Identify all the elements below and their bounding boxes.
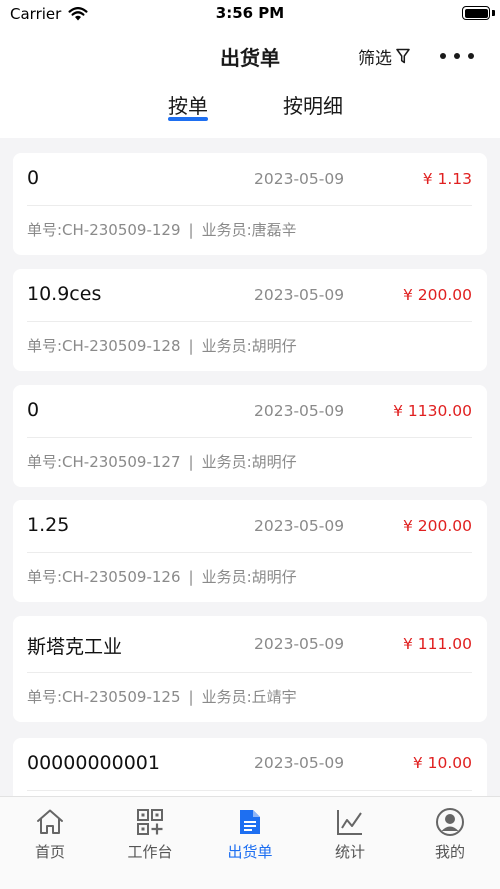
customer-name: 10.9ces [27,283,102,305]
filter-button[interactable]: 筛选 [358,44,410,69]
customer-name: 0 [27,399,40,421]
user-icon [436,808,464,836]
order-meta: 单号:CH-230509-128 | 业务员:胡明仔 [27,335,297,356]
salesperson: 业务员:胡明仔 [201,337,297,355]
tab-workbench[interactable]: 工作台 [100,807,200,863]
meta-separator: | [188,337,194,355]
order-card[interactable]: 0 2023-05-09 ¥ 1130.00 单号:CH-230509-127 |… [13,385,487,487]
order-date: 2023-05-09 [254,635,345,653]
order-card[interactable]: 1.25 2023-05-09 ¥ 200.00 单号:CH-230509-12… [13,500,487,602]
navigation-bar: 出货单 筛选 [0,28,500,84]
order-amount: ¥ 1.13 [422,170,472,188]
customer-name: 1.25 [27,514,70,536]
order-number: 单号:CH-230509-125 [27,688,181,706]
tab-by-detail[interactable]: 按明细 [270,90,356,119]
order-date: 2023-05-09 [254,517,345,535]
divider [27,205,472,206]
order-amount: ¥ 1130.00 [393,402,472,420]
divider [27,321,472,322]
divider [27,672,472,673]
salesperson: 业务员:唐磊辛 [201,221,297,239]
customer-name: 00000000001 [27,752,160,774]
order-amount: ¥ 111.00 [402,635,472,653]
order-card[interactable]: 斯塔克工业 2023-05-09 ¥ 111.00 单号:CH-230509-1… [13,616,487,722]
order-amount: ¥ 200.00 [402,517,472,535]
order-amount: ¥ 200.00 [402,286,472,304]
document-icon [240,810,260,834]
order-number: 单号:CH-230509-128 [27,337,181,355]
tab-label: 我的 [434,843,465,861]
qr-grid-icon [137,809,163,835]
segment-tabs: 按单 按明细 [0,84,500,138]
tab-shipment[interactable]: 出货单 [200,807,300,863]
order-list[interactable]: 0 2023-05-09 ¥ 1.13 单号:CH-230509-129 | 业务员… [0,138,500,796]
divider [27,552,472,553]
order-meta: 单号:CH-230509-127 | 业务员:胡明仔 [27,451,297,472]
order-date: 2023-05-09 [254,754,345,772]
dot-icon [468,53,474,59]
divider [27,790,472,791]
dot-icon [440,53,446,59]
order-meta: 单号:CH-230509-125 | 业务员:丘靖宇 [27,686,297,707]
customer-name: 0 [27,167,40,189]
order-date: 2023-05-09 [254,402,345,420]
tab-statistics[interactable]: 统计 [300,807,400,863]
meta-separator: | [188,453,194,471]
salesperson: 业务员:丘靖宇 [201,688,297,706]
tab-label: 首页 [34,843,65,861]
order-amount: ¥ 10.00 [412,754,472,772]
tab-label: 统计 [334,843,365,861]
order-meta: 单号:CH-230509-129 | 业务员:唐磊辛 [27,219,297,240]
tab-label: 工作台 [127,843,173,861]
battery-tip [492,10,495,16]
tab-mine[interactable]: 我的 [400,807,500,863]
clock: 3:56 PM [215,4,285,22]
meta-separator: | [188,221,194,239]
page-title: 出货单 [220,46,280,70]
tab-home[interactable]: 首页 [0,807,100,863]
order-card[interactable]: 00000000001 2023-05-09 ¥ 10.00 [13,738,487,796]
funnel-icon [396,48,410,64]
order-number: 单号:CH-230509-126 [27,568,181,586]
divider [27,437,472,438]
home-icon [37,809,63,834]
bottom-tab-bar: 首页 工作台 出货单 统计 我的 [0,796,500,889]
order-date: 2023-05-09 [254,286,345,304]
status-bar: Carrier 3:56 PM [0,0,500,28]
salesperson: 业务员:胡明仔 [201,453,297,471]
customer-name: 斯塔克工业 [27,636,123,658]
tab-label: 出货单 [227,843,273,861]
active-tab-indicator [168,117,208,121]
order-card[interactable]: 10.9ces 2023-05-09 ¥ 200.00 单号:CH-230509… [13,269,487,371]
order-number: 单号:CH-230509-129 [27,221,181,239]
order-number: 单号:CH-230509-127 [27,453,181,471]
more-options-button[interactable] [440,46,474,66]
battery-icon [462,6,490,20]
order-meta: 单号:CH-230509-126 | 业务员:胡明仔 [27,566,297,587]
meta-separator: | [188,568,194,586]
dot-icon [454,53,460,59]
chart-icon [337,810,362,835]
meta-separator: | [188,688,194,706]
order-card[interactable]: 0 2023-05-09 ¥ 1.13 单号:CH-230509-129 | 业务员… [13,153,487,255]
tab-by-order[interactable]: 按单 [150,90,226,119]
order-date: 2023-05-09 [254,170,345,188]
filter-label: 筛选 [358,48,392,69]
salesperson: 业务员:胡明仔 [201,568,297,586]
